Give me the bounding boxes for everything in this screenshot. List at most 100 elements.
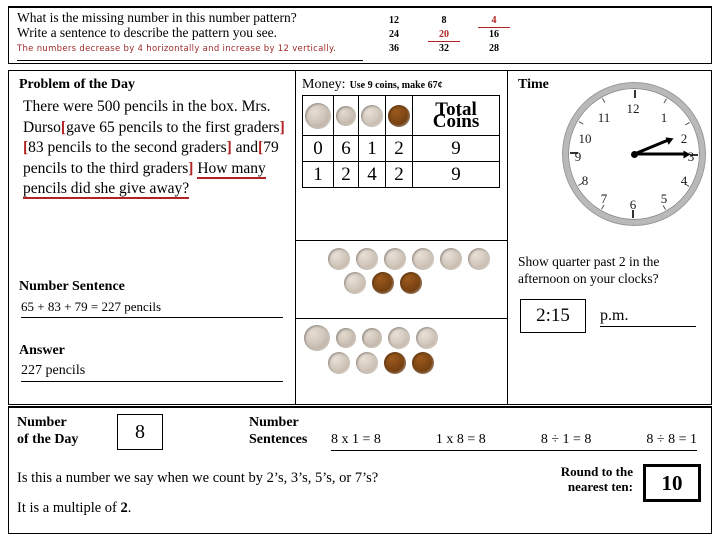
pattern-cell-answer[interactable]: 4: [478, 15, 510, 28]
number-sentence-title: Number Sentence: [19, 279, 125, 294]
number-of-the-day-label-line2: of the Day: [17, 432, 79, 447]
coin-solution-set-2: [296, 318, 507, 396]
pattern-answer-rule: [17, 60, 363, 61]
quarter-coin-icon: [304, 325, 330, 351]
clock-number-9: 9: [574, 149, 582, 164]
time-ampm-answer[interactable]: p.m.: [600, 307, 696, 327]
money-header-total: Total Coins: [412, 95, 500, 136]
money-table-header-row: Total Coins: [302, 95, 500, 136]
coin-row: [304, 325, 499, 351]
dime-coin-icon: [356, 352, 378, 375]
pattern-cell: 24: [389, 29, 399, 40]
money-cell[interactable]: 1: [358, 135, 386, 162]
number-sentence-value[interactable]: 65 + 83 + 79 = 227 pencils: [21, 299, 283, 318]
money-cell[interactable]: 2: [385, 135, 413, 162]
clock-number-5: 5: [660, 191, 668, 206]
clock-tick: [663, 98, 667, 104]
pattern-student-answer[interactable]: The numbers decrease by 4 horizontally a…: [17, 40, 363, 55]
multiple-suffix: .: [127, 500, 132, 516]
money-title: Money:: [302, 77, 346, 92]
number-sentences-label-line1: Number: [249, 415, 299, 430]
nickel-coin-icon: [336, 106, 356, 127]
money-cell[interactable]: 2: [385, 161, 413, 188]
worksheet-page: What is the missing number in this numbe…: [0, 0, 720, 540]
time-panel: Time 12 1 2 3 4 5 6 7 8 9 10 11 Show qua…: [508, 71, 711, 404]
pattern-question-block: What is the missing number in this numbe…: [17, 10, 363, 55]
money-cell-total[interactable]: 9: [412, 161, 500, 188]
number-of-the-day-label-line1: Number: [17, 415, 67, 430]
pattern-cell: 32: [439, 43, 449, 54]
dime-coin-icon: [388, 327, 410, 349]
time-title: Time: [518, 77, 549, 92]
main-content-grid: Problem of the Day There were 500 pencil…: [8, 70, 712, 405]
coin-row: [304, 271, 499, 295]
number-sentence-item[interactable]: 8 ÷ 1 = 8: [541, 432, 592, 448]
dime-coin-icon: [328, 248, 350, 271]
money-cell[interactable]: 4: [358, 161, 386, 188]
money-header-dime: [358, 95, 386, 136]
round-label-line1: Round to the: [560, 464, 633, 479]
red-bracket-close-icon: ]: [226, 139, 232, 156]
money-cell[interactable]: 0: [302, 135, 334, 162]
clock-minute-hand[interactable]: [634, 150, 690, 158]
money-header-penny: [385, 95, 413, 136]
problem-of-the-day-panel: Problem of the Day There were 500 pencil…: [9, 71, 296, 404]
penny-coin-icon: [400, 272, 422, 295]
number-sentence-item[interactable]: 8 x 1 = 8: [331, 432, 381, 448]
pattern-cell: 12: [389, 15, 399, 26]
multiple-statement: It is a multiple of 2.: [17, 500, 131, 517]
bottom-section: Number of the Day 8 Number Sentences 8 x…: [8, 406, 712, 534]
analog-clock[interactable]: 12 1 2 3 4 5 6 7 8 9 10 11: [563, 83, 705, 225]
penny-coin-icon: [384, 352, 406, 375]
coin-row: [304, 247, 499, 271]
pattern-cell-answer[interactable]: 20: [428, 29, 460, 42]
money-header-quarter: [302, 95, 334, 136]
money-header-nickel: [333, 95, 359, 136]
hour-hand-arrow-icon: [664, 134, 675, 145]
number-sentence-item[interactable]: 8 ÷ 8 = 1: [646, 432, 697, 448]
coin-solution-set-1: [296, 240, 507, 318]
money-cell-total[interactable]: 9: [412, 135, 500, 162]
pattern-cell: 28: [489, 43, 499, 54]
pattern-question-line-2: Write a sentence to describe the pattern…: [17, 25, 277, 40]
dime-coin-icon: [440, 248, 462, 271]
money-cell[interactable]: 1: [302, 161, 334, 188]
number-sentences-label: Number Sentences: [249, 414, 307, 448]
clock-number-6: 6: [629, 197, 637, 212]
penny-coin-icon: [372, 272, 394, 295]
dime-coin-icon: [416, 327, 438, 349]
number-sentences-list: 8 x 1 = 8 1 x 8 = 8 8 ÷ 1 = 8 8 ÷ 8 = 1: [331, 432, 697, 451]
answer-value[interactable]: 227 pencils: [21, 363, 283, 382]
clock-number-4: 4: [680, 173, 688, 188]
time-question: Show quarter past 2 in the afternoon on …: [518, 254, 660, 286]
money-subtitle: Use 9 coins, make 67¢: [349, 80, 443, 91]
money-panel: Money: Use 9 coins, make 67¢ Total Coins…: [296, 71, 508, 404]
money-table: Total Coins 0 6 1 2 9 1 2 4 2 9: [302, 95, 500, 188]
pattern-cell: 16: [489, 29, 499, 40]
clock-number-7: 7: [600, 191, 608, 206]
pattern-cell: 8: [441, 15, 447, 26]
time-answer-box[interactable]: 2:15: [520, 299, 586, 333]
penny-coin-icon: [388, 104, 410, 127]
pattern-number-grid: 12 8 4 24 20 16 36 32 28: [369, 14, 519, 56]
pattern-row: 24 20 16: [369, 28, 519, 42]
count-by-question: Is this a number we say when we count by…: [17, 470, 379, 486]
money-cell[interactable]: 6: [333, 135, 359, 162]
clock-number-2: 2: [680, 131, 688, 146]
round-to-nearest-ten-label: Round to the nearest ten:: [537, 464, 633, 494]
number-of-the-day-label: Number of the Day: [17, 414, 78, 448]
dime-coin-icon: [412, 248, 434, 271]
problem-of-the-day-title: Problem of the Day: [19, 77, 135, 92]
multiple-value[interactable]: 2: [121, 500, 128, 516]
pattern-row: 36 32 28: [369, 42, 519, 56]
nickel-coin-icon: [336, 328, 356, 348]
number-pattern-section: What is the missing number in this numbe…: [8, 6, 712, 64]
number-sentences-label-line2: Sentences: [249, 432, 308, 447]
number-sentence-item[interactable]: 1 x 8 = 8: [436, 432, 486, 448]
round-to-nearest-ten-value[interactable]: 10: [643, 464, 701, 502]
nickel-coin-icon: [362, 328, 382, 348]
money-cell[interactable]: 2: [333, 161, 359, 188]
quarter-coin-icon: [305, 102, 331, 129]
clock-number-11: 11: [597, 110, 611, 125]
number-of-the-day-value[interactable]: 8: [117, 414, 163, 450]
